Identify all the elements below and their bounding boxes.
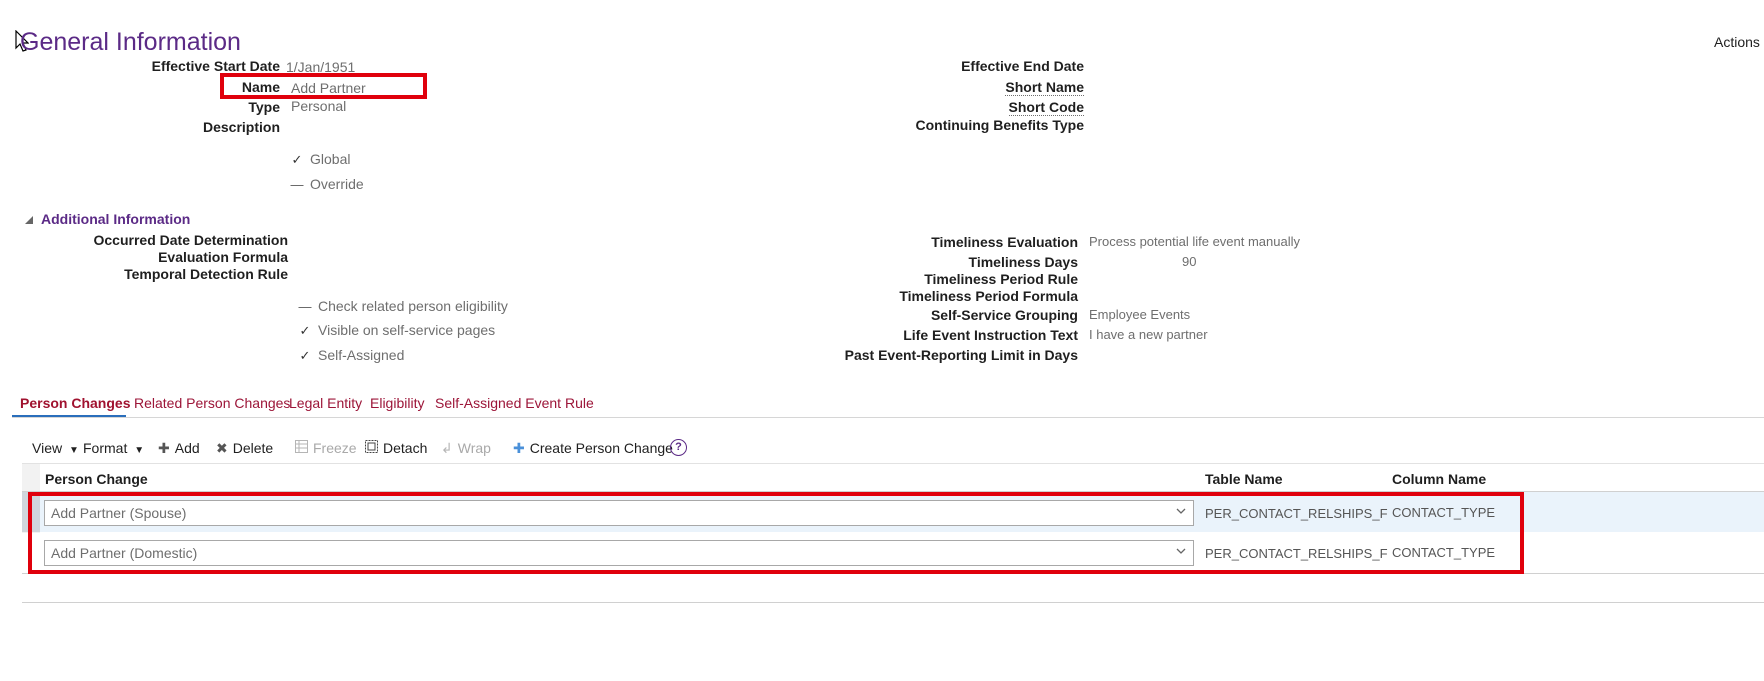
unchecked-dash-icon: — xyxy=(298,299,312,314)
global-checkbox: ✓ Global xyxy=(290,151,351,168)
evaluation-formula-label: Evaluation Formula xyxy=(158,249,288,265)
column-name-cell: CONTACT_TYPE xyxy=(1392,505,1496,520)
self-service-grouping-value: Employee Events xyxy=(1089,307,1191,322)
column-header-person-change[interactable]: Person Change xyxy=(45,471,148,487)
checkmark-icon: ✓ xyxy=(291,152,303,167)
timeliness-period-rule-label: Timeliness Period Rule xyxy=(924,271,1078,287)
short-name-text: Short Name xyxy=(1005,79,1084,96)
short-code-text: Short Code xyxy=(1008,99,1084,116)
checkmark-icon: ✓ xyxy=(299,348,311,363)
person-change-select[interactable]: Add Partner (Domestic) xyxy=(44,540,1194,566)
column-name-cell: CONTACT_TYPE xyxy=(1392,545,1496,560)
self-assigned-label: Self-Assigned xyxy=(318,347,405,363)
occurred-date-determination-label: Occurred Date Determination xyxy=(93,232,289,248)
wrap-label: Wrap xyxy=(457,440,491,456)
wrap-button[interactable]: ↲ Wrap xyxy=(441,440,491,457)
view-menu[interactable]: View ▼ xyxy=(32,440,79,456)
table-bottom-border xyxy=(22,573,1764,574)
detach-button[interactable]: Detach xyxy=(365,440,427,456)
person-change-select[interactable]: Add Partner (Spouse) xyxy=(44,500,1194,526)
visible-self-service-checkbox: ✓ Visible on self-service pages xyxy=(298,322,496,339)
add-button[interactable]: ✚ Add xyxy=(158,440,200,457)
chevron-down-icon xyxy=(1175,544,1187,561)
additional-information-header[interactable]: Additional Information xyxy=(41,211,190,227)
table-name-cell: PER_CONTACT_RELSHIPS_F xyxy=(1205,546,1388,561)
timeliness-days-label: Timeliness Days xyxy=(968,254,1078,270)
short-code-label: Short Code xyxy=(1008,99,1084,116)
delete-x-icon: ✖ xyxy=(216,440,228,456)
detach-label: Detach xyxy=(383,440,428,456)
person-change-value: Add Partner (Spouse) xyxy=(51,505,187,521)
effective-start-date-value: 1/Jan/1951 xyxy=(286,59,356,75)
visible-self-service-label: Visible on self-service pages xyxy=(318,322,496,338)
timeliness-evaluation-value: Process potential life event manually xyxy=(1089,234,1301,249)
help-icon-glyph: ? xyxy=(675,441,682,453)
collapse-triangle-icon[interactable] xyxy=(24,212,34,228)
description-label: Description xyxy=(202,119,280,135)
help-icon[interactable]: ? xyxy=(670,439,687,456)
self-service-grouping-label: Self-Service Grouping xyxy=(930,307,1078,323)
table-header-divider xyxy=(22,463,1764,464)
life-event-instruction-text-value: I have a new partner xyxy=(1089,327,1208,342)
row-selected-marker xyxy=(22,492,40,532)
override-checkbox: — Override xyxy=(290,176,364,192)
tab-eligibility[interactable]: Eligibility xyxy=(370,395,424,411)
page-title: General Information xyxy=(20,28,241,56)
temporal-detection-rule-label: Temporal Detection Rule xyxy=(124,266,288,282)
view-label: View xyxy=(32,440,63,456)
freeze-label: Freeze xyxy=(313,440,357,456)
global-label: Global xyxy=(310,151,351,167)
column-header-column-name[interactable]: Column Name xyxy=(1392,471,1486,487)
type-label: Type xyxy=(248,99,280,115)
wrap-icon: ↲ xyxy=(441,440,453,456)
plus-icon: ✚ xyxy=(513,440,525,456)
create-person-change-label: Create Person Change xyxy=(529,440,673,456)
person-change-value: Add Partner (Domestic) xyxy=(51,545,198,561)
freeze-icon xyxy=(295,440,308,456)
tab-legal-entity[interactable]: Legal Entity xyxy=(289,395,362,411)
tab-related-person-changes[interactable]: Related Person Changes xyxy=(134,395,290,411)
life-event-instruction-text-label: Life Event Instruction Text xyxy=(903,327,1078,343)
tab-self-assigned-event-rule[interactable]: Self-Assigned Event Rule xyxy=(435,395,594,411)
checkmark-icon: ✓ xyxy=(299,323,311,338)
name-value: Add Partner xyxy=(291,80,366,96)
tab-person-changes[interactable]: Person Changes xyxy=(20,395,130,411)
delete-label: Delete xyxy=(232,440,274,456)
effective-end-date-label: Effective End Date xyxy=(961,58,1084,74)
add-label: Add xyxy=(174,440,200,456)
timeliness-days-value: 90 xyxy=(1182,254,1197,269)
format-label: Format xyxy=(83,440,128,456)
table-footer-border xyxy=(22,602,1764,603)
unchecked-dash-icon: — xyxy=(290,177,304,192)
timeliness-evaluation-label: Timeliness Evaluation xyxy=(931,234,1078,250)
freeze-button[interactable]: Freeze xyxy=(295,440,357,456)
continuing-benefits-type-label: Continuing Benefits Type xyxy=(915,117,1084,133)
dropdown-arrow-icon: ▼ xyxy=(134,445,145,456)
delete-button[interactable]: ✖ Delete xyxy=(216,440,273,457)
short-name-label: Short Name xyxy=(1005,79,1084,96)
detach-icon xyxy=(365,440,378,456)
name-label: Name xyxy=(241,79,280,95)
type-value: Personal xyxy=(291,98,347,114)
create-person-change-button[interactable]: ✚ Create Person Change xyxy=(513,440,673,457)
format-menu[interactable]: Format ▼ xyxy=(83,440,144,456)
dropdown-arrow-icon: ▼ xyxy=(68,445,79,456)
effective-start-date-label: Effective Start Date xyxy=(151,58,280,74)
chevron-down-icon xyxy=(1175,504,1187,521)
check-related-label: Check related person eligibility xyxy=(318,298,508,314)
table-name-cell: PER_CONTACT_RELSHIPS_F xyxy=(1205,506,1388,521)
timeliness-period-formula-label: Timeliness Period Formula xyxy=(899,288,1078,304)
plus-icon: ✚ xyxy=(158,440,170,456)
check-related-checkbox: — Check related person eligibility xyxy=(298,298,508,314)
self-assigned-checkbox: ✓ Self-Assigned xyxy=(298,347,405,364)
actions-menu[interactable]: Actions xyxy=(1714,34,1760,50)
override-label: Override xyxy=(310,176,364,192)
past-event-reporting-limit-label: Past Event-Reporting Limit in Days xyxy=(844,347,1078,363)
column-header-table-name[interactable]: Table Name xyxy=(1205,471,1283,487)
tab-bar-divider xyxy=(12,417,1764,418)
